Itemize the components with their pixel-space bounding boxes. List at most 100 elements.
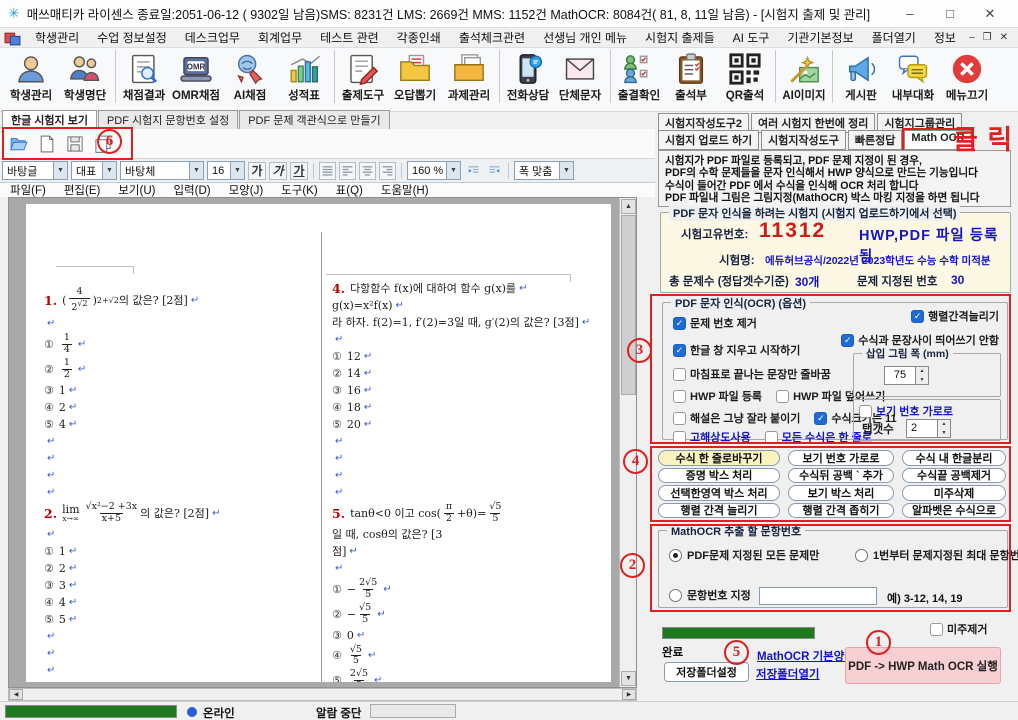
formula-tool-button[interactable]: 보기 번호 가로로 (788, 450, 894, 466)
zoom-dropdown[interactable]: 160 %▼ (407, 161, 461, 180)
checkbox-hwp-file[interactable]: HWP 파일 등록 (673, 388, 762, 404)
toolbar-button[interactable]: 학생명단 (58, 50, 112, 103)
font-size-dropdown[interactable]: 16▼ (207, 161, 245, 180)
run-math-ocr-button[interactable]: PDF -> HWP Math OCR 실행 (845, 647, 1001, 684)
align-justify-button[interactable] (319, 162, 336, 180)
editor-tab[interactable]: 한글 시험지 보기 (2, 110, 97, 129)
toolbar-button[interactable]: 메뉴끄기 (940, 50, 994, 103)
align-center-button[interactable] (359, 162, 376, 180)
checkbox-remove-endnote[interactable]: 미주제거 (930, 621, 987, 637)
checkbox-remove-number[interactable]: 문제 번호 제거 (673, 315, 757, 331)
maximize-button[interactable]: □ (930, 6, 970, 22)
right-tab[interactable]: 시험지 업로드 하기 (658, 130, 759, 150)
formula-tool-button[interactable]: 보기 박스 처리 (788, 485, 894, 501)
horizontal-scrollbar[interactable]: ◀ ▶ (8, 688, 637, 701)
align-left-button[interactable] (339, 162, 356, 180)
toolbar-button[interactable]: 학생관리 (4, 50, 58, 103)
menu-item[interactable]: 기관기본정보 (778, 30, 862, 46)
checkbox-resolution[interactable]: 고해상도사용 (673, 429, 751, 445)
toolbar-button[interactable]: AI채점 (223, 50, 277, 103)
toolbar-button[interactable]: 출제도구 (334, 50, 388, 103)
menu-item[interactable]: AI 도구 (724, 30, 779, 46)
checkbox-row-spacing[interactable]: 행렬간격늘리기 (911, 308, 999, 324)
formula-tool-button[interactable]: 수식 내 한글분리 (902, 450, 1006, 466)
scrollbar-thumb[interactable] (621, 215, 636, 395)
right-tab[interactable]: 빠른정답 (848, 130, 902, 150)
toolbar-button[interactable]: OMR OMR채점 (169, 50, 223, 103)
formula-tool-button[interactable]: 증명 박스 처리 (658, 468, 780, 484)
toolbar-button[interactable]: 단체문자 (553, 50, 607, 103)
formula-tool-button[interactable]: 수식뒤 공백 ` 추가 (788, 468, 894, 484)
question-numbers-input[interactable] (759, 587, 877, 605)
italic-button[interactable]: 가 (269, 162, 287, 180)
menu-item[interactable]: 폴더열기 (863, 30, 925, 46)
checkbox-clear-hwp[interactable]: 한글 창 지우고 시작하기 (673, 342, 800, 358)
menu-item[interactable]: 정보 (925, 30, 965, 46)
image-width-stepper[interactable]: 75▲▼ (884, 366, 929, 385)
alarm-stop-field[interactable] (370, 704, 456, 718)
toolbar-button[interactable]: 성적표 (277, 50, 331, 103)
scroll-up-icon[interactable]: ▲ (621, 199, 636, 214)
hwp-menu-item[interactable]: 표(Q) (336, 182, 363, 198)
file-toolbar-icon[interactable] (9, 134, 29, 154)
style-dropdown[interactable]: 바탕글▼ (2, 161, 68, 180)
toolbar-button[interactable]: 과제관리 (442, 50, 496, 103)
editor-tab[interactable]: PDF 시험지 문항번호 설정 (98, 110, 238, 129)
scroll-down-icon[interactable]: ▼ (621, 671, 636, 686)
toolbar-button[interactable]: 게시판 (832, 50, 886, 103)
hwp-menu-item[interactable]: 파일(F) (10, 182, 46, 198)
scroll-left-icon[interactable]: ◀ (9, 689, 23, 700)
formula-tool-button[interactable]: 알파벳은 수식으로 (902, 503, 1006, 519)
file-toolbar-icon[interactable] (37, 134, 57, 154)
hwp-menu-item[interactable]: 보기(U) (118, 182, 155, 198)
vertical-scrollbar[interactable]: ▲ ▼ (619, 198, 636, 687)
indent-increase-button[interactable] (485, 162, 503, 180)
menu-item[interactable]: 시험지 출제들 (636, 30, 724, 46)
toolbar-button[interactable]: 출석부 (664, 50, 718, 103)
hwp-menu-item[interactable]: 도구(K) (281, 182, 318, 198)
hwp-menu-item[interactable]: 입력(D) (173, 182, 210, 198)
menu-item[interactable]: 회계업무 (249, 30, 311, 46)
toolbar-button[interactable]: 채점결과 (115, 50, 169, 103)
open-save-folder-link[interactable]: 저장폴더열기 (756, 666, 819, 682)
toolbar-button[interactable]: 오답뽑기 (388, 50, 442, 103)
menu-item[interactable]: 수업 정보설정 (88, 30, 176, 46)
menu-item[interactable]: 출석체크관련 (450, 30, 534, 46)
toolbar-button[interactable]: 전화상담 (499, 50, 553, 103)
mathocr-template-link[interactable]: MathOCR 기본양식 (757, 648, 855, 664)
mdi-minimize-button[interactable]: – (969, 32, 975, 43)
rep-dropdown[interactable]: 대표▼ (71, 161, 117, 180)
toolbar-button[interactable]: 출결확인 (610, 50, 664, 103)
menu-item[interactable]: 테스트 관련 (311, 30, 388, 46)
minimize-button[interactable]: – (890, 6, 930, 22)
hwp-menu-item[interactable]: 편집(E) (64, 182, 101, 198)
mdi-restore-button[interactable]: ❐ (983, 32, 992, 43)
tab-count-stepper[interactable]: 2▲▼ (906, 419, 951, 438)
bold-button[interactable]: 가 (248, 162, 266, 180)
editor-tab[interactable]: PDF 문제 객관식으로 만들기 (239, 110, 389, 129)
menu-item[interactable]: 선생님 개인 메뉴 (534, 30, 636, 46)
radio-all-assigned[interactable]: PDF문제 지정된 모든 문제만 (669, 547, 819, 563)
formula-tool-button[interactable]: 행렬 간격 좁히기 (788, 503, 894, 519)
scroll-right-icon[interactable]: ▶ (622, 689, 636, 700)
radio-specify-numbers[interactable]: 문항번호 지정 (669, 587, 751, 603)
hwp-menu-item[interactable]: 도움말(H) (381, 182, 429, 198)
mdi-close-button[interactable]: ✕ (1000, 32, 1008, 43)
menu-item[interactable]: 학생관리 (26, 30, 88, 46)
file-toolbar-icon[interactable] (65, 134, 85, 154)
toolbar-button[interactable]: QR출석 (718, 50, 772, 103)
formula-tool-button[interactable]: 선택한영역 박스 처리 (658, 485, 780, 501)
formula-tool-button[interactable]: 수식 한 줄로바꾸기 (658, 450, 780, 466)
checkbox-linebreak-period[interactable]: 마침표로 끝나는 문장만 줄바꿈 (673, 366, 831, 382)
formula-tool-button[interactable]: 행렬 간격 늘리기 (658, 503, 780, 519)
align-right-button[interactable] (379, 162, 396, 180)
close-button[interactable]: ✕ (970, 6, 1010, 22)
radio-from-one[interactable]: 1번부터 문제지정된 최대 문항번호 (855, 547, 1018, 563)
underline-button[interactable]: 가 (290, 162, 308, 180)
checkbox-explanation[interactable]: 해설은 그냥 잘라 붙이기 (673, 410, 800, 426)
formula-tool-button[interactable]: 수식끝 공백제거 (902, 468, 1006, 484)
save-folder-settings-button[interactable]: 저장폴더설정 (664, 662, 749, 682)
hwp-menu-item[interactable]: 모양(J) (229, 182, 264, 198)
right-tab[interactable]: 시험지작성도구 (761, 130, 846, 150)
menu-item[interactable]: 데스크업무 (176, 30, 249, 46)
